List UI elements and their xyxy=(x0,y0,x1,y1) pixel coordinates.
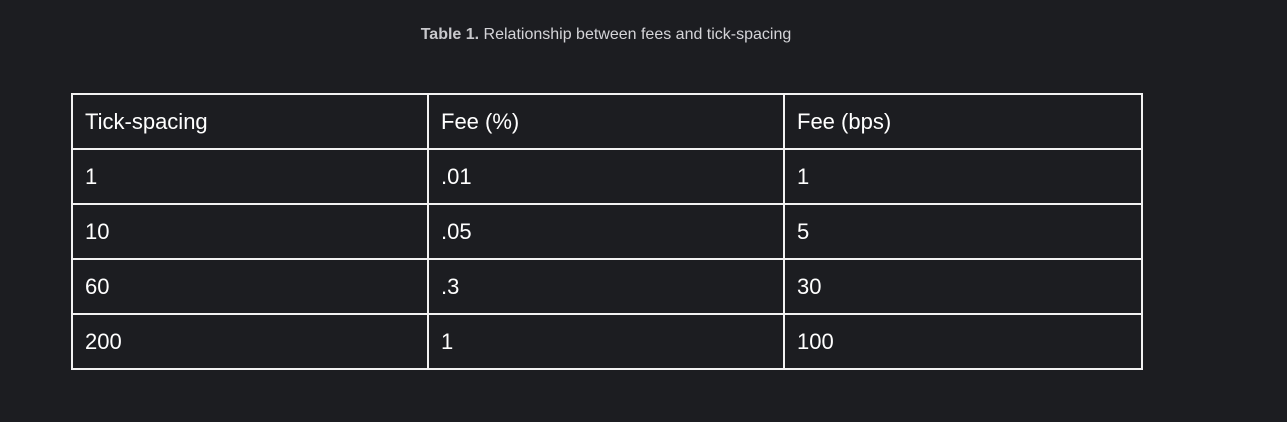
table-row: 200 1 100 xyxy=(71,313,1143,370)
header-fee-percent: Fee (%) xyxy=(427,93,785,150)
caption-label: Table 1. xyxy=(420,26,480,43)
table-row: 60 .3 30 xyxy=(71,258,1143,315)
header-fee-bps: Fee (bps) xyxy=(783,93,1143,150)
cell-fee-bps: 5 xyxy=(783,203,1143,260)
cell-fee-bps: 30 xyxy=(783,258,1143,315)
cell-tick-spacing: 60 xyxy=(71,258,429,315)
cell-fee-percent: 1 xyxy=(427,313,785,370)
cell-fee-percent: .05 xyxy=(427,203,785,260)
fee-table: Tick-spacing Fee (%) Fee (bps) 1 .01 1 1… xyxy=(71,93,1143,370)
table-row: 10 .05 5 xyxy=(71,203,1143,260)
table-row: 1 .01 1 xyxy=(71,148,1143,205)
cell-tick-spacing: 10 xyxy=(71,203,429,260)
cell-fee-bps: 1 xyxy=(783,148,1143,205)
cell-fee-percent: .3 xyxy=(427,258,785,315)
cell-tick-spacing: 200 xyxy=(71,313,429,370)
cell-tick-spacing: 1 xyxy=(71,148,429,205)
table-caption: Table 1. Relationship between fees and t… xyxy=(0,24,1212,46)
cell-fee-bps: 100 xyxy=(783,313,1143,370)
caption-text: Relationship between fees and tick-spaci… xyxy=(479,26,792,43)
cell-fee-percent: .01 xyxy=(427,148,785,205)
page: Table 1. Relationship between fees and t… xyxy=(0,0,1287,422)
header-tick-spacing: Tick-spacing xyxy=(71,93,429,150)
table-header-row: Tick-spacing Fee (%) Fee (bps) xyxy=(71,93,1143,150)
